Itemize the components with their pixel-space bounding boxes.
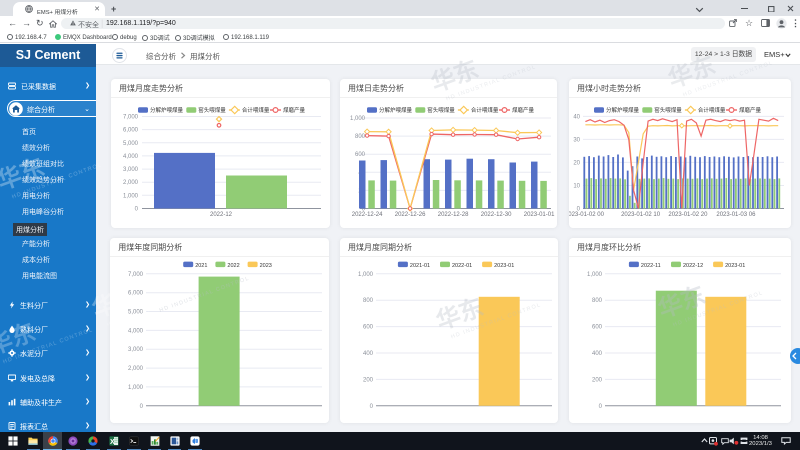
svg-text:800: 800 — [363, 299, 374, 305]
svg-text:7,000: 7,000 — [128, 272, 144, 278]
svg-text:3,000: 3,000 — [123, 167, 139, 173]
svg-text:1,000: 1,000 — [123, 193, 139, 199]
svg-text:2023-01: 2023-01 — [494, 263, 514, 269]
svg-text:2,000: 2,000 — [123, 180, 139, 186]
svg-text:0: 0 — [599, 404, 603, 410]
svg-text:2021: 2021 — [195, 263, 207, 269]
svg-text:40: 40 — [573, 114, 580, 120]
svg-text:2022-12: 2022-12 — [210, 212, 233, 218]
svg-text:1,000: 1,000 — [587, 272, 603, 278]
svg-text:800: 800 — [592, 299, 603, 305]
svg-text:2023-01-03 06: 2023-01-03 06 — [716, 212, 756, 218]
svg-text:0: 0 — [140, 404, 144, 410]
svg-text:4,000: 4,000 — [128, 329, 144, 335]
svg-text:2022-11: 2022-11 — [641, 263, 661, 269]
svg-text:合计喂煤量: 合计喂煤量 — [242, 106, 270, 114]
svg-text:2023-01: 2023-01 — [725, 263, 745, 269]
svg-text:2022-12: 2022-12 — [683, 263, 703, 269]
svg-text:20: 20 — [573, 160, 580, 166]
svg-text:1,000: 1,000 — [358, 272, 374, 278]
svg-text:窑头喂煤量: 窑头喂煤量 — [654, 106, 682, 114]
svg-text:0: 0 — [135, 206, 139, 212]
svg-text:分解炉喂煤量: 分解炉喂煤量 — [379, 106, 413, 114]
svg-text:2023-01-02 20: 2023-01-02 20 — [668, 212, 708, 218]
svg-text:30: 30 — [573, 137, 580, 143]
svg-text:2022-12-28: 2022-12-28 — [438, 212, 469, 218]
svg-text:2022-12-26: 2022-12-26 — [395, 212, 426, 218]
svg-text:7,000: 7,000 — [123, 114, 139, 120]
svg-text:400: 400 — [363, 351, 374, 357]
svg-text:煤磨产量: 煤磨产量 — [283, 106, 306, 114]
svg-text:5,000: 5,000 — [123, 140, 139, 146]
svg-text:合计喂煤量: 合计喂煤量 — [698, 106, 726, 114]
svg-text:2022-01: 2022-01 — [452, 263, 472, 269]
svg-text:2022-12-24: 2022-12-24 — [352, 212, 383, 218]
svg-text:1,000: 1,000 — [128, 385, 144, 391]
svg-text:3,000: 3,000 — [128, 348, 144, 354]
svg-text:600: 600 — [363, 325, 374, 331]
svg-text:2021-01: 2021-01 — [410, 263, 430, 269]
svg-text:2,000: 2,000 — [128, 366, 144, 372]
svg-text:煤磨产量: 煤磨产量 — [739, 106, 762, 114]
svg-text:4,000: 4,000 — [123, 153, 139, 159]
svg-text:X: X — [110, 438, 115, 446]
svg-text:2022-12-30: 2022-12-30 — [481, 212, 512, 218]
svg-text:2023: 2023 — [260, 263, 272, 269]
svg-text:200: 200 — [592, 378, 603, 384]
svg-text:2023-01-01: 2023-01-01 — [524, 212, 555, 218]
svg-text:0: 0 — [370, 404, 374, 410]
svg-text:窑头喂煤量: 窑头喂煤量 — [427, 106, 455, 114]
svg-text:600: 600 — [592, 325, 603, 331]
svg-text:2023-01-02 10: 2023-01-02 10 — [621, 212, 661, 218]
svg-text:2023-01-02 00: 2023-01-02 00 — [569, 212, 605, 218]
svg-text:2022: 2022 — [228, 263, 240, 269]
svg-text:10: 10 — [573, 183, 580, 189]
svg-text:1,000: 1,000 — [350, 116, 366, 122]
svg-text:6,000: 6,000 — [128, 291, 144, 297]
svg-text:400: 400 — [592, 351, 603, 357]
svg-text:6,000: 6,000 — [123, 127, 139, 133]
svg-text:分解炉喂煤量: 分解炉喂煤量 — [150, 106, 184, 114]
svg-text:煤磨产量: 煤磨产量 — [512, 106, 535, 114]
svg-text:600: 600 — [355, 152, 366, 158]
svg-text:800: 800 — [355, 134, 366, 140]
svg-text:合计喂煤量: 合计喂煤量 — [471, 106, 499, 114]
svg-text:窑头喂煤量: 窑头喂煤量 — [198, 106, 226, 114]
svg-text:5,000: 5,000 — [128, 310, 144, 316]
svg-text:200: 200 — [363, 378, 374, 384]
svg-text:分解炉喂煤量: 分解炉喂煤量 — [606, 106, 640, 114]
